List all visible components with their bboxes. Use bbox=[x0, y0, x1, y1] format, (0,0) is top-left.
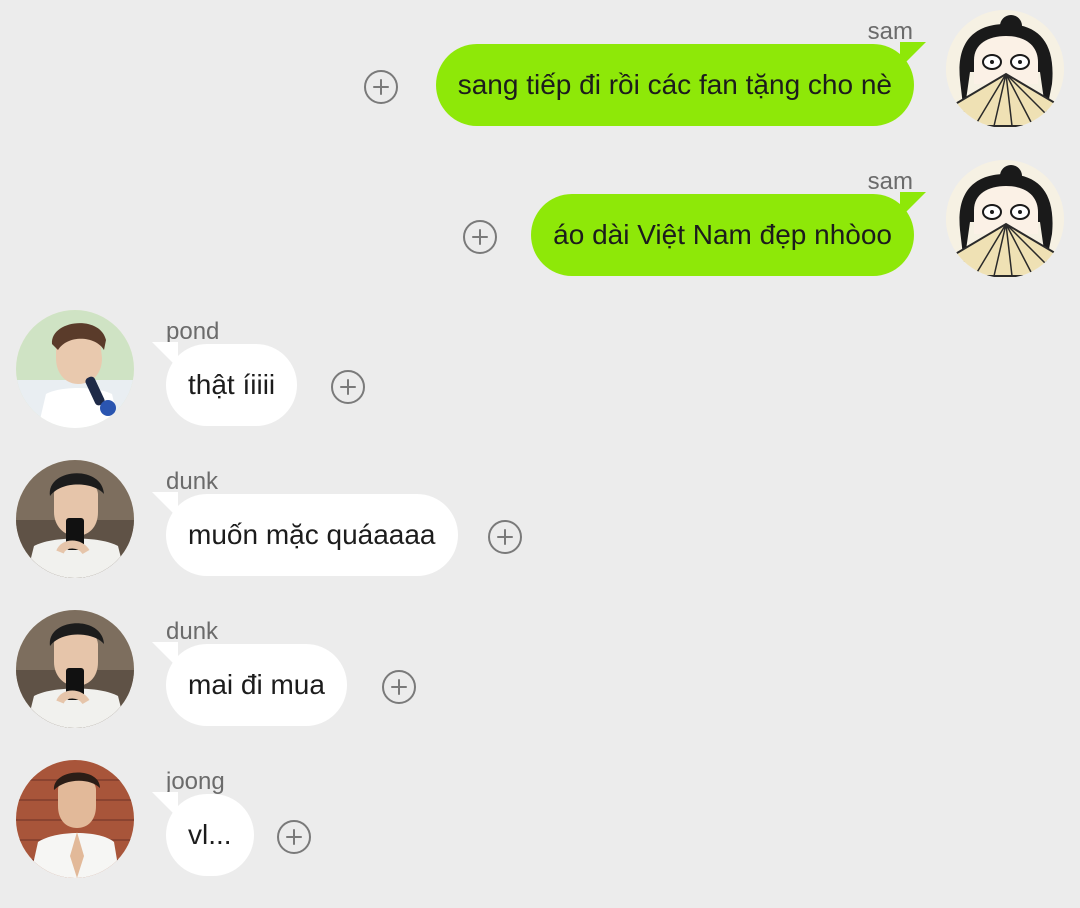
message-bubble[interactable]: áo dài Việt Nam đẹp nhòoo bbox=[531, 194, 914, 276]
add-reaction-icon[interactable] bbox=[331, 370, 365, 404]
avatar-sam[interactable] bbox=[946, 160, 1064, 278]
add-reaction-icon[interactable] bbox=[463, 220, 497, 254]
message-bubble[interactable]: thật íiiii bbox=[166, 344, 298, 426]
add-reaction-icon[interactable] bbox=[277, 820, 311, 854]
message-row-incoming: dunk muốn mặc quáaaaa bbox=[0, 450, 1080, 580]
avatar-dunk[interactable] bbox=[16, 610, 134, 728]
add-reaction-icon[interactable] bbox=[382, 670, 416, 704]
avatar-joong[interactable] bbox=[16, 760, 134, 878]
avatar-pond[interactable] bbox=[16, 310, 134, 428]
message-row-incoming: pond thật íiiii bbox=[0, 300, 1080, 430]
cartoon-fan-avatar-icon bbox=[946, 10, 1064, 128]
add-reaction-icon[interactable] bbox=[488, 520, 522, 554]
message-row-incoming: joong vl... bbox=[0, 750, 1080, 880]
message-bubble[interactable]: vl... bbox=[166, 794, 254, 876]
add-reaction-icon[interactable] bbox=[364, 70, 398, 104]
message-bubble[interactable]: muốn mặc quáaaaa bbox=[166, 494, 458, 576]
message-bubble[interactable]: mai đi mua bbox=[166, 644, 347, 726]
message-row-incoming: dunk mai đi mua bbox=[0, 600, 1080, 730]
photo-dunk-avatar-icon bbox=[16, 610, 134, 728]
avatar-sam[interactable] bbox=[946, 10, 1064, 128]
message-bubble[interactable]: sang tiếp đi rồi các fan tặng cho nè bbox=[435, 44, 914, 126]
photo-joong-avatar-icon bbox=[16, 760, 134, 878]
photo-pond-avatar-icon bbox=[16, 310, 134, 428]
photo-dunk-avatar-icon bbox=[16, 460, 134, 578]
chat-thread: sam sang tiếp đi rồi các fan tặng cho nè… bbox=[0, 0, 1080, 908]
cartoon-fan-avatar-icon bbox=[946, 160, 1064, 278]
message-row-outgoing: sam áo dài Việt Nam đẹp nhòoo bbox=[0, 150, 1080, 280]
avatar-dunk[interactable] bbox=[16, 460, 134, 578]
message-row-outgoing: sam sang tiếp đi rồi các fan tặng cho nè bbox=[0, 0, 1080, 130]
